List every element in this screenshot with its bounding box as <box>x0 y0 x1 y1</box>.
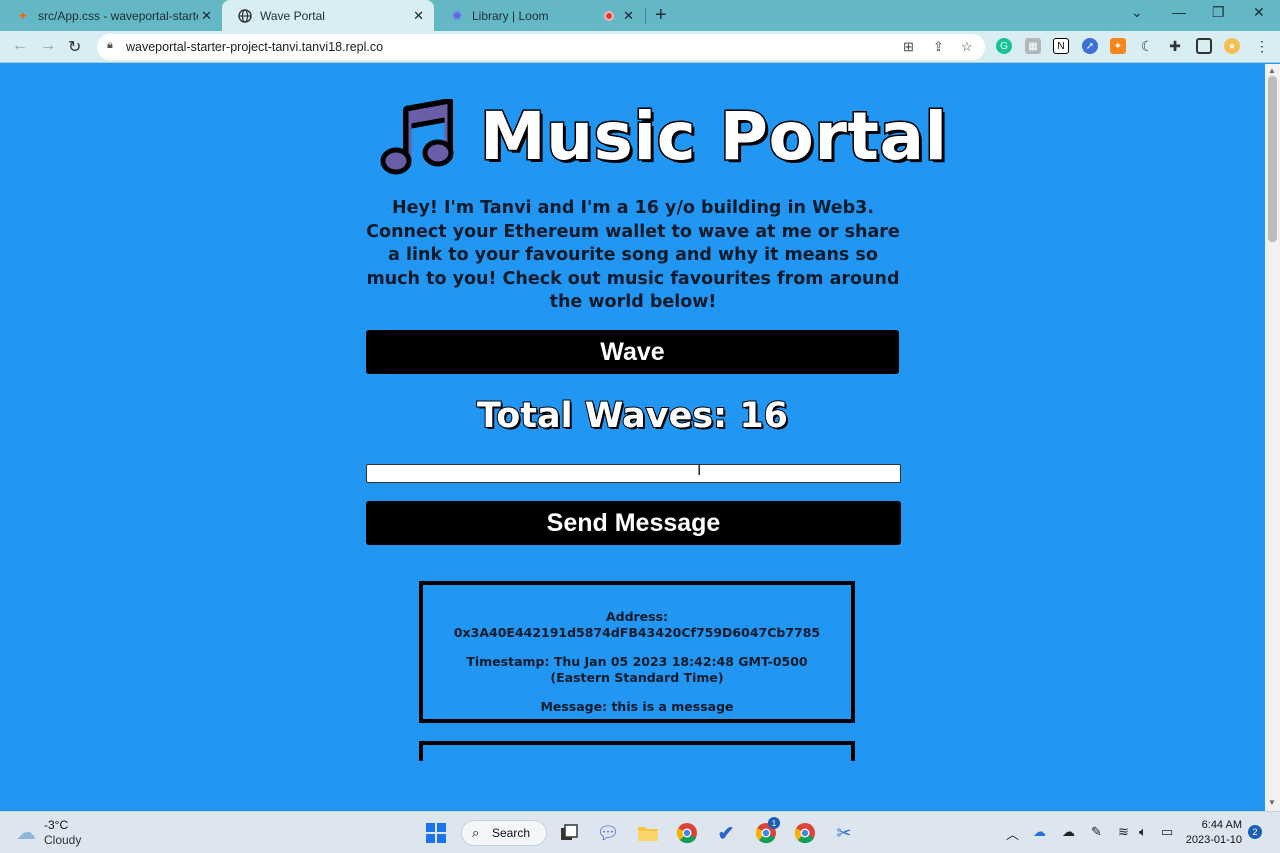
close-tab-icon[interactable]: ✕ <box>413 8 424 24</box>
minimize-icon[interactable]: — <box>1172 4 1186 20</box>
replit-icon: ✦ <box>17 8 29 23</box>
tab-title: src/App.css - waveportal-starter- <box>38 8 198 23</box>
page-scrollbar[interactable]: ▲ ▼ <box>1265 64 1280 811</box>
chrome-badge: 1 <box>768 817 780 829</box>
scrollbar-thumb[interactable] <box>1268 76 1277 242</box>
globe-icon <box>238 8 252 23</box>
snipping-tool-icon[interactable]: ✂ <box>832 821 856 845</box>
text-cursor-icon: I <box>697 462 702 479</box>
scroll-up-icon[interactable]: ▲ <box>1268 66 1276 75</box>
wave-card: Address: 0x3A40E442191d5874dFB43420Cf759… <box>419 581 855 723</box>
restore-icon[interactable]: ❐ <box>1212 4 1225 21</box>
loom-icon: ✺ <box>451 8 463 23</box>
clock-date: 2023-01-10 <box>1185 834 1242 846</box>
notification-badge[interactable]: 2 <box>1248 825 1262 839</box>
onedrive-icon[interactable]: ☁ <box>1033 824 1046 840</box>
send-message-button[interactable]: Send Message <box>366 501 901 545</box>
url-text: waveportal-starter-project-tanvi.tanvi18… <box>126 40 384 54</box>
share-icon[interactable]: ⇪ <box>933 39 944 55</box>
windows-taskbar: ☁ -3°C Cloudy ⌕ Search 💬︎ ✔ 1 ✂ ︿ ☁ ☁ ✎ … <box>0 811 1280 853</box>
tab-strip: ✦ src/App.css - waveportal-starter- ✕ Wa… <box>0 0 1280 31</box>
teams-chat-icon[interactable]: 💬︎ <box>596 821 620 845</box>
translate-icon[interactable]: ⊞ <box>903 39 914 55</box>
reload-icon[interactable]: ↻ <box>68 37 81 57</box>
taskbar-search[interactable]: ⌕ Search <box>461 820 547 846</box>
side-panel-icon[interactable] <box>1196 38 1212 54</box>
weather-description[interactable]: Cloudy <box>44 833 81 847</box>
close-window-icon[interactable]: ✕ <box>1253 4 1265 21</box>
avatar[interactable]: ● <box>1224 38 1240 54</box>
hero-header: Music Portal <box>380 97 949 177</box>
wave-card <box>419 741 855 761</box>
search-icon: ⌕ <box>472 825 480 840</box>
new-tab-icon[interactable]: + <box>655 4 667 27</box>
browser-toolbar: ← → ↻ 🔒︎ waveportal-starter-project-tanv… <box>0 31 1280 63</box>
wave-button[interactable]: Wave <box>366 330 899 374</box>
tab-wave-portal[interactable]: Wave Portal ✕ <box>222 0 434 31</box>
clock-time: 6:44 AM <box>1201 819 1242 831</box>
message-input[interactable] <box>366 464 901 483</box>
wave-address: Address: 0x3A40E442191d5874dFB43420Cf759… <box>453 609 821 640</box>
intro-text: Hey! I'm Tanvi and I'm a 16 y/o building… <box>366 198 900 313</box>
address-bar[interactable]: 🔒︎ waveportal-starter-project-tanvi.tanv… <box>97 34 985 60</box>
forward-icon[interactable]: → <box>40 37 56 55</box>
file-explorer-icon[interactable] <box>636 821 660 845</box>
dark-mode-icon[interactable]: ☾ <box>1139 38 1155 54</box>
chrome-icon[interactable] <box>675 821 699 845</box>
todo-check-icon[interactable]: ✔ <box>714 821 738 845</box>
tab-search-icon[interactable]: ⌄ <box>1131 4 1143 21</box>
system-clock[interactable]: 6:44 AM 2023-01-10 <box>1185 818 1242 848</box>
tab-title: Library | Loom <box>472 8 549 23</box>
tab-app-css[interactable]: ✦ src/App.css - waveportal-starter- ✕ <box>0 0 222 31</box>
extension-icon[interactable]: ▦ <box>1025 38 1041 54</box>
search-label: Search <box>492 826 531 840</box>
lock-icon[interactable]: 🔒︎ <box>107 39 113 52</box>
chrome-alt-icon[interactable] <box>793 821 817 845</box>
menu-icon[interactable]: ⋮ <box>1254 38 1270 54</box>
tab-title: Wave Portal <box>260 8 325 23</box>
weather-temperature[interactable]: -3°C <box>44 818 68 832</box>
back-icon[interactable]: ← <box>12 37 28 55</box>
windows-start-icon[interactable] <box>424 821 448 845</box>
music-note-icon <box>380 98 454 174</box>
tab-loom[interactable]: ✺ Library | Loom ✕ <box>434 0 644 31</box>
recording-icon <box>604 10 614 21</box>
wave-timestamp: Timestamp: Thu Jan 05 2023 18:42:48 GMT-… <box>466 654 808 685</box>
total-waves: Total Waves: 16 <box>476 395 789 437</box>
tab-separator <box>645 8 646 24</box>
close-tab-icon[interactable]: ✕ <box>201 8 212 24</box>
close-tab-icon[interactable]: ✕ <box>623 8 634 24</box>
scroll-down-icon[interactable]: ▼ <box>1268 798 1276 807</box>
volume-icon[interactable]: 🔈︎ <box>1139 824 1147 840</box>
cloud-weather-icon[interactable]: ☁ <box>14 820 38 844</box>
wave-message: Message: this is a message <box>540 699 734 714</box>
extensions-puzzle-icon[interactable]: ✚ <box>1167 38 1183 54</box>
page-title: Music Portal <box>479 97 949 177</box>
cloud-icon[interactable]: ☁ <box>1062 824 1075 840</box>
notion-icon[interactable]: N <box>1053 38 1069 54</box>
task-view-icon[interactable] <box>557 821 581 845</box>
pen-icon[interactable]: ✎ <box>1091 824 1102 840</box>
rocket-icon[interactable]: ➚ <box>1082 38 1098 54</box>
wifi-icon[interactable]: ≋ <box>1118 824 1129 840</box>
battery-icon[interactable]: ▭ <box>1161 824 1173 840</box>
bookmark-star-icon[interactable]: ☆ <box>961 39 973 55</box>
grammarly-icon[interactable]: G <box>996 38 1012 54</box>
show-hidden-icons-icon[interactable]: ︿ <box>1006 824 1019 843</box>
metamask-icon[interactable]: ✦ <box>1110 38 1126 54</box>
